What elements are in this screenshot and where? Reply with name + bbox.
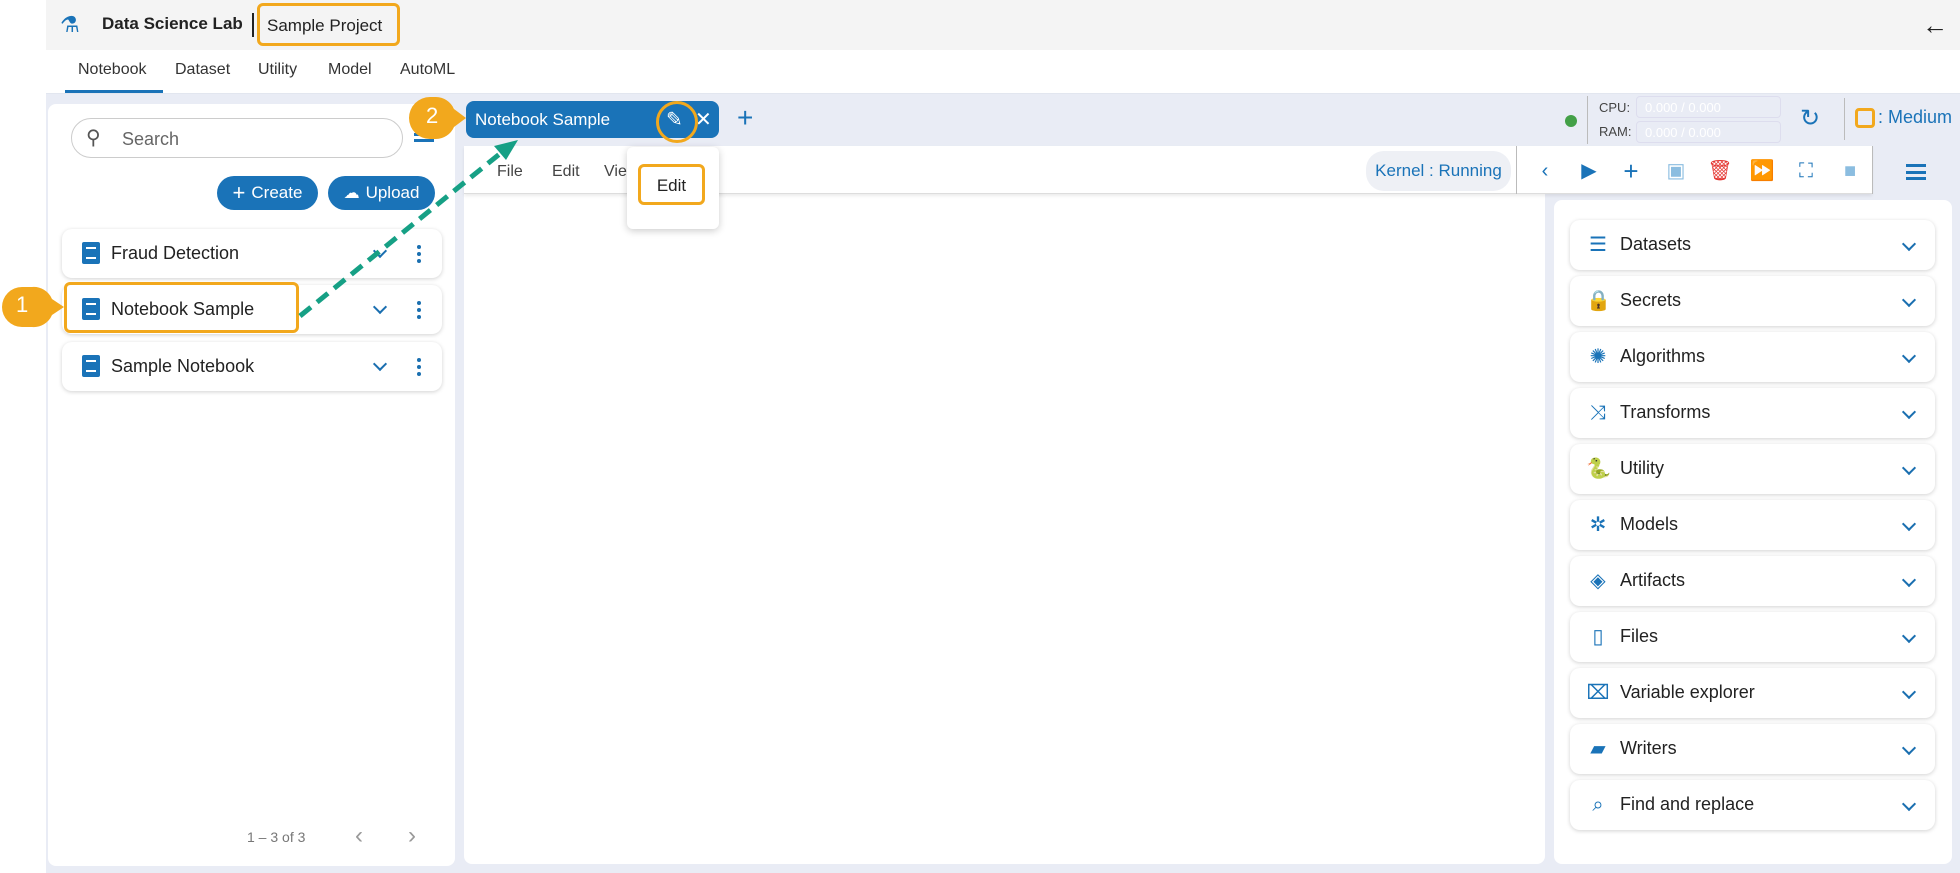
step-2-badge: 2	[426, 103, 439, 128]
dashed-arrow-line	[298, 150, 504, 318]
step-1-badge: 1	[16, 292, 29, 317]
badge-1-shape	[2, 286, 64, 328]
annotation-arrow	[2, 97, 518, 328]
